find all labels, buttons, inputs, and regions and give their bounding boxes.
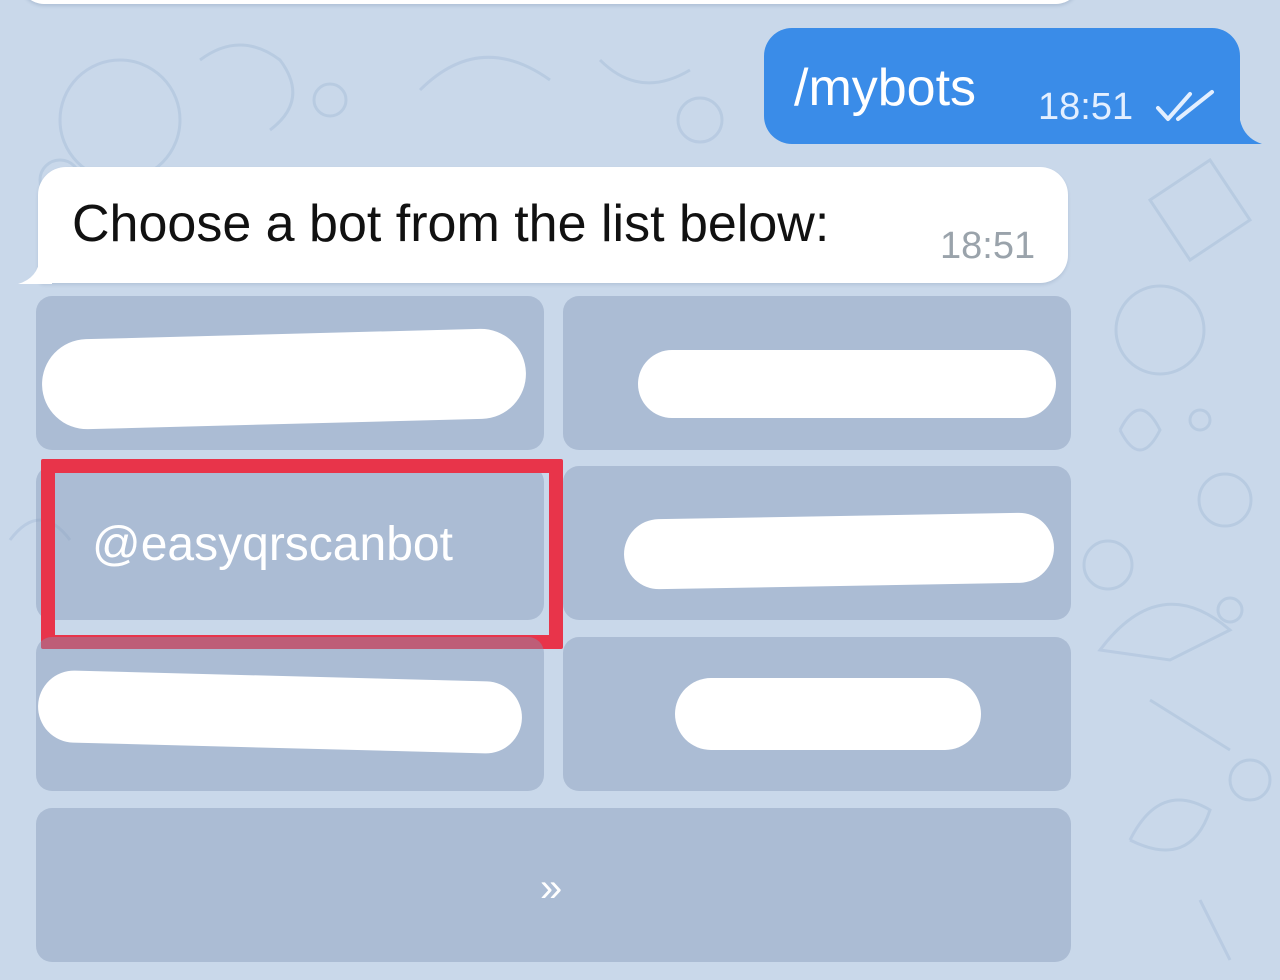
outgoing-message-time: 18:51 [1038, 86, 1134, 128]
redaction-scribble [37, 669, 523, 755]
redaction-scribble [623, 512, 1055, 590]
incoming-message-time: 18:51 [940, 225, 1036, 267]
double-check-icon [1156, 90, 1214, 121]
outgoing-bubble-tail [1230, 120, 1262, 144]
highlight-box [41, 459, 563, 649]
previous-message-bubble [20, 0, 1080, 4]
redaction-scribble [675, 678, 981, 750]
more-bots-label: » [540, 866, 563, 910]
redaction-scribble [40, 327, 528, 431]
incoming-message-text: Choose a bot from the list below: [72, 195, 830, 253]
redaction-scribble [638, 350, 1056, 418]
incoming-bubble-tail [18, 258, 52, 284]
outgoing-message-text: /mybots [794, 59, 977, 117]
